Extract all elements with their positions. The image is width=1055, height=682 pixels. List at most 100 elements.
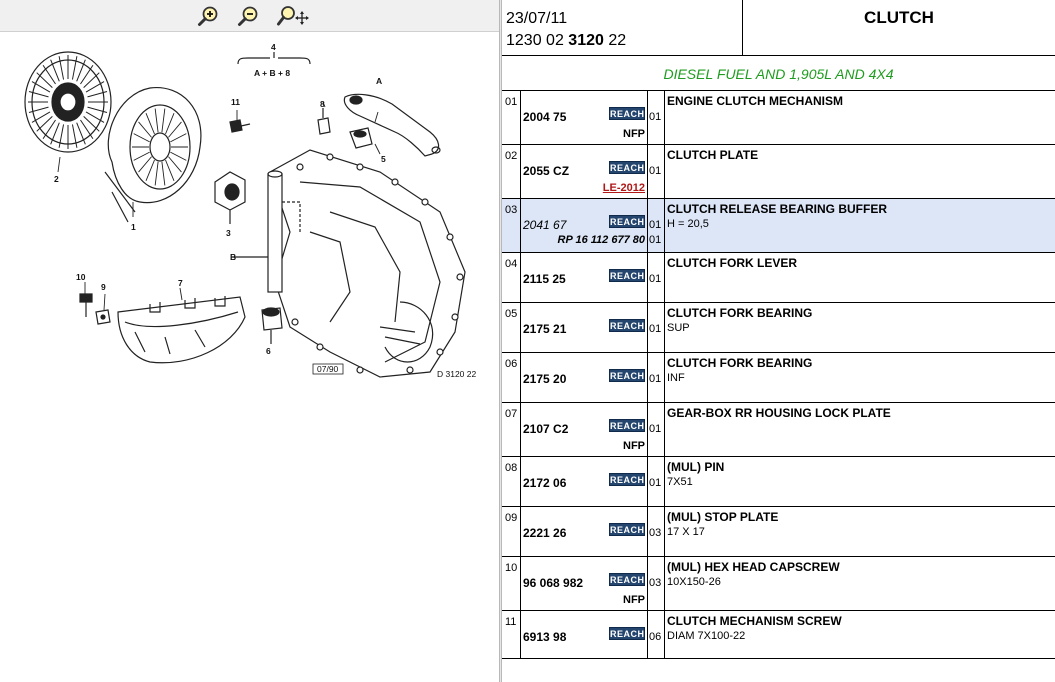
diagram-label: A + B + 8 <box>254 68 290 78</box>
part-name: (MUL) STOP PLATE <box>667 510 779 524</box>
part-reference[interactable]: 96 068 982 <box>523 576 583 590</box>
table-row[interactable]: 08 2172 06 REACH 01 (MUL) PIN 7X51 <box>502 457 1055 507</box>
table-row[interactable]: 02 2055 CZ REACH LE-2012 01 CLUTCH PLATE <box>502 145 1055 199</box>
table-row[interactable]: 10 96 068 982 REACH NFP 03 (MUL) HEX HEAD CAP… <box>502 557 1055 611</box>
quantity-value: 03 <box>649 577 662 589</box>
reach-badge[interactable]: REACH <box>609 319 645 332</box>
reach-badge[interactable]: REACH <box>609 161 645 174</box>
part-reference[interactable]: 2221 26 <box>523 526 566 540</box>
part-flag: RP 16 112 677 80 <box>557 234 645 246</box>
row-quantity: 01 <box>648 253 665 302</box>
table-row[interactable]: 05 2175 21 REACH 01 CLUTCH FORK BEARING SUP <box>502 303 1055 353</box>
row-quantity: 01 <box>648 353 665 402</box>
fork-bearing-drawing <box>261 307 283 344</box>
diagram-label: 9 <box>101 282 106 292</box>
zoom-pan-button[interactable] <box>276 5 310 27</box>
part-name: CLUTCH MECHANISM SCREW <box>667 614 842 628</box>
diagram-code: D 3120 22 <box>437 369 476 379</box>
part-spec: 10X150-26 <box>667 576 721 588</box>
part-spec: INF <box>667 372 685 384</box>
diagram-label: 5 <box>381 154 386 164</box>
row-quantity: 01 <box>648 303 665 352</box>
part-name: ENGINE CLUTCH MECHANISM <box>667 94 843 108</box>
fork-lever-drawing <box>343 93 441 157</box>
diagram-label: 7 <box>178 278 183 288</box>
part-reference[interactable]: 2172 06 <box>523 476 566 490</box>
lock-plate-drawing <box>117 296 246 364</box>
part-reference[interactable]: 6913 98 <box>523 630 566 644</box>
row-number: 10 <box>502 557 521 610</box>
part-reference[interactable]: 2175 20 <box>523 372 566 386</box>
row-number: 11 <box>502 611 521 658</box>
row-description: CLUTCH RELEASE BEARING BUFFER H = 20,5 <box>665 199 1055 252</box>
row-quantity: 06 <box>648 611 665 658</box>
table-row[interactable]: 04 2115 25 REACH 01 CLUTCH FORK LEVER <box>502 253 1055 303</box>
reach-badge[interactable]: REACH <box>609 269 645 282</box>
part-name: (MUL) PIN <box>667 460 725 474</box>
quantity-value: 01 <box>649 219 662 231</box>
pressure-plate-drawing <box>104 87 202 223</box>
part-reference[interactable]: 2115 25 <box>523 272 566 286</box>
quantity-value: 01 <box>649 323 662 335</box>
part-reference[interactable]: 2041 67 <box>523 218 566 232</box>
row-description: (MUL) PIN 7X51 <box>665 457 1055 506</box>
vehicle-variant: DIESEL FUEL AND 1,905L AND 4X4 <box>502 56 1055 91</box>
parts-header: 23/07/11 1230 02 3120 22 CLUTCH <box>502 0 1055 56</box>
diagram-label: 6 <box>266 346 271 356</box>
parts-list-pane: 23/07/11 1230 02 3120 22 CLUTCH DIESEL F… <box>502 0 1055 682</box>
table-row[interactable]: 09 2221 26 REACH 03 (MUL) STOP PLATE 17 X 17 <box>502 507 1055 557</box>
row-quantity: 03 <box>648 557 665 610</box>
part-reference[interactable]: 2175 21 <box>523 322 566 336</box>
row-number: 06 <box>502 353 521 402</box>
zoom-out-button[interactable] <box>237 5 261 27</box>
row-reference: 2221 26 REACH <box>521 507 648 556</box>
row-description: CLUTCH FORK BEARING SUP <box>665 303 1055 352</box>
row-reference: 2175 21 REACH <box>521 303 648 352</box>
part-spec: DIAM 7X100-22 <box>667 630 746 642</box>
row-description: CLUTCH FORK LEVER <box>665 253 1055 302</box>
header-ref-prefix: 1230 02 <box>506 32 564 49</box>
table-row[interactable]: 07 2107 C2 REACH NFP 01 GEAR-BOX RR HOUSING L… <box>502 403 1055 457</box>
part-flag[interactable]: LE-2012 <box>603 182 645 194</box>
table-row[interactable]: 03 2041 67 REACH RP 16 112 677 80 01 01 CLUTCH… <box>502 199 1055 253</box>
reach-badge[interactable]: REACH <box>609 215 645 228</box>
zoom-in-button[interactable] <box>197 5 221 27</box>
reach-badge[interactable]: REACH <box>609 419 645 432</box>
table-row[interactable]: 06 2175 20 REACH 01 CLUTCH FORK BEARING INF <box>502 353 1055 403</box>
quantity-value: 01 <box>649 477 662 489</box>
diagram-toolbar <box>0 0 499 32</box>
row-reference: 2175 20 REACH <box>521 353 648 402</box>
part-reference[interactable]: 2055 CZ <box>523 164 569 178</box>
reach-badge[interactable]: REACH <box>609 473 645 486</box>
row-number: 01 <box>502 91 521 144</box>
zoom-pan-icon <box>277 6 309 26</box>
row-description: CLUTCH PLATE <box>665 145 1055 198</box>
part-reference[interactable]: 2107 C2 <box>523 422 568 436</box>
quantity-value: 01 <box>649 165 662 177</box>
row-reference: 2115 25 REACH <box>521 253 648 302</box>
row-description: CLUTCH FORK BEARING INF <box>665 353 1055 402</box>
part-reference[interactable]: 2004 75 <box>523 110 566 124</box>
row-quantity: 01 <box>648 145 665 198</box>
reach-badge[interactable]: REACH <box>609 523 645 536</box>
part-name: GEAR-BOX RR HOUSING LOCK PLATE <box>667 406 891 420</box>
table-row[interactable]: 11 6913 98 REACH 06 CLUTCH MECHANISM SCREW DI… <box>502 611 1055 659</box>
row-quantity: 01 <box>648 457 665 506</box>
zoom-out-icon <box>238 6 258 26</box>
diagram-label: 8 <box>320 99 325 109</box>
row-number: 07 <box>502 403 521 456</box>
reach-badge[interactable]: REACH <box>609 573 645 586</box>
reach-badge[interactable]: REACH <box>609 107 645 120</box>
table-row[interactable]: 01 2004 75 REACH NFP 01 ENGINE CLUTCH MECHANI… <box>502 91 1055 145</box>
release-bearing-drawing <box>214 171 246 224</box>
row-reference: 2041 67 REACH RP 16 112 677 80 <box>521 199 648 252</box>
part-spec: SUP <box>667 322 690 334</box>
part-name: CLUTCH FORK BEARING <box>667 306 813 320</box>
reach-badge[interactable]: REACH <box>609 627 645 640</box>
diagram-label: 4 <box>271 42 276 52</box>
quantity-value: 06 <box>649 631 662 643</box>
diagram-label: 1 <box>131 222 136 232</box>
row-reference: 6913 98 REACH <box>521 611 648 658</box>
clutch-plate-drawing <box>24 51 112 153</box>
reach-badge[interactable]: REACH <box>609 369 645 382</box>
